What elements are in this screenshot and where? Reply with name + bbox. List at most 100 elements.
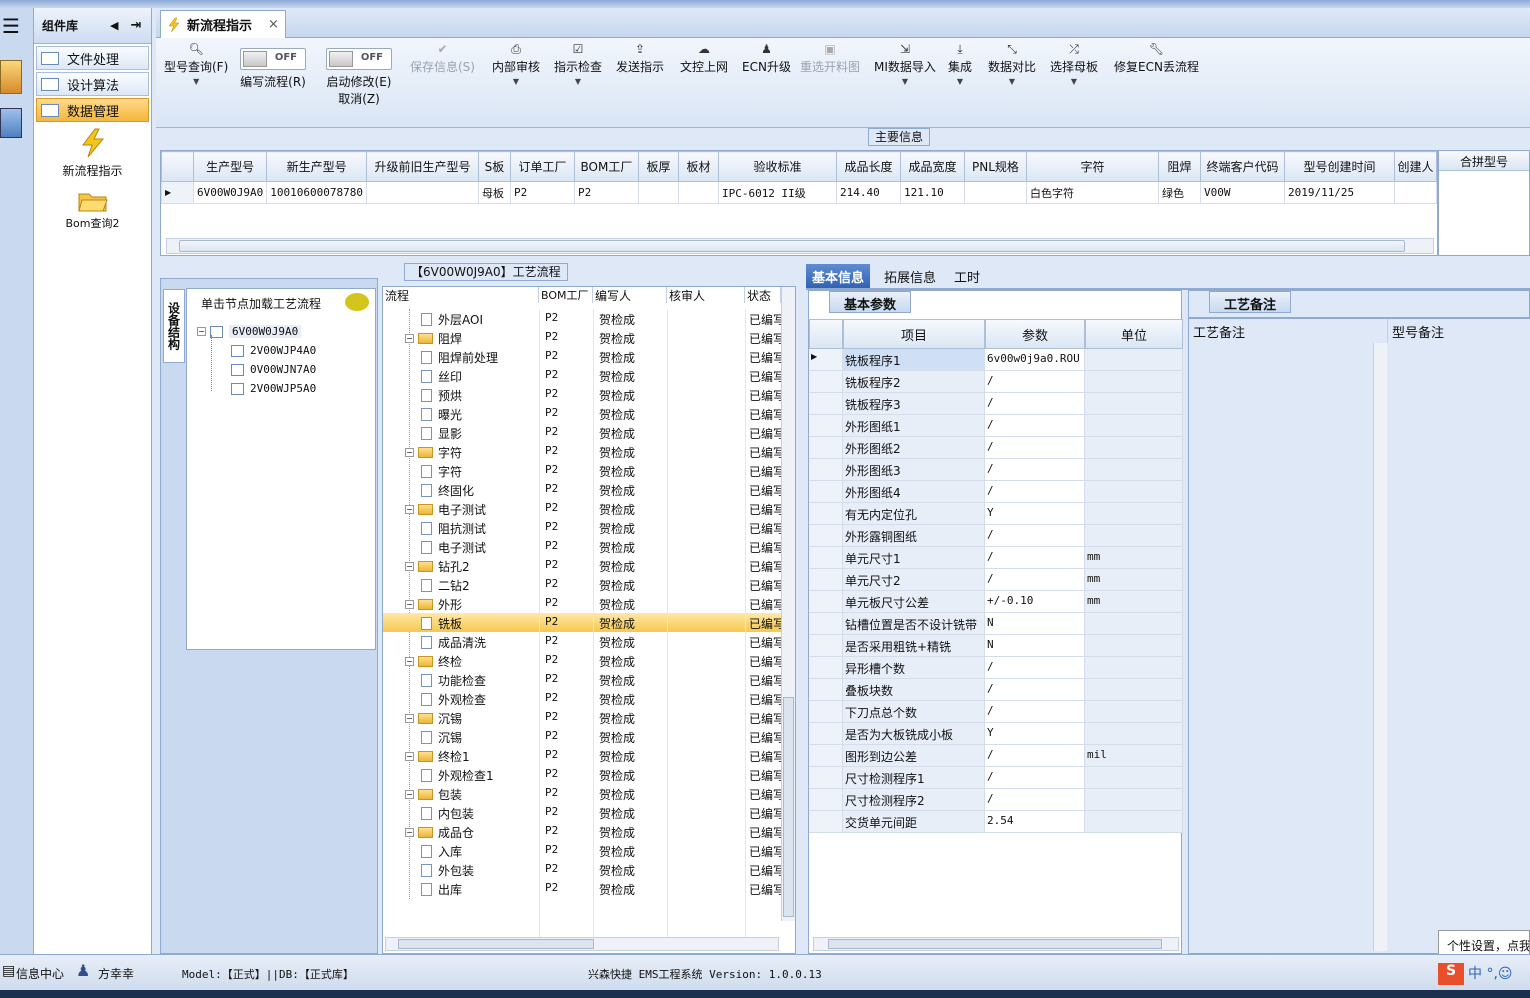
flow-row[interactable]: − 终检1 P2 贺检成 已编写 (383, 746, 781, 765)
param-value[interactable]: / (985, 393, 1085, 415)
pin-icon[interactable]: ⇥ (130, 18, 141, 33)
flow-node[interactable]: 成品清洗 (421, 634, 486, 651)
table-cell[interactable] (365, 181, 479, 204)
param-value[interactable]: / (985, 547, 1085, 569)
save-info-button[interactable]: ✔ 保存信息(S) (410, 42, 475, 75)
flow-node[interactable]: 预烘 (421, 387, 462, 404)
flow-row[interactable]: 丝印 P2 贺检成 已编写 (383, 366, 781, 385)
table-cell[interactable]: 6V00W0J9A0 (192, 181, 268, 204)
table-cell[interactable]: V00W (1199, 181, 1285, 204)
ecn-upgrade-button[interactable]: ♟ ECN升级 (742, 42, 791, 75)
device-structure-tab[interactable]: 设备结构 (163, 289, 185, 363)
collapse-icon[interactable]: − (405, 600, 414, 609)
flow-node[interactable]: 内包装 (421, 805, 474, 822)
row-indicator[interactable] (809, 525, 843, 547)
column-header[interactable]: BOM工厂 (573, 151, 639, 182)
flow-node[interactable]: 功能检查 (421, 672, 486, 689)
row-indicator[interactable] (809, 701, 843, 723)
flow-row[interactable]: − 终检 P2 贺检成 已编写 (383, 651, 781, 670)
row-indicator[interactable] (809, 437, 843, 459)
tab-work-hours[interactable]: 工时 (948, 264, 986, 288)
column-header[interactable]: 升级前旧生产型号 (365, 151, 479, 182)
flow-row[interactable]: − 沉锡 P2 贺检成 已编写 (383, 708, 781, 727)
flow-row[interactable]: 曝光 P2 贺检成 已编写 (383, 404, 781, 423)
param-value[interactable]: / (985, 657, 1085, 679)
column-header[interactable]: 验收标准 (717, 151, 837, 182)
param-value[interactable]: Y (985, 723, 1085, 745)
param-value[interactable]: N (985, 613, 1085, 635)
flow-row[interactable]: 铣板 P2 贺检成 已编写 (383, 613, 781, 632)
table-cell[interactable]: IPC-6012 II级 (717, 181, 837, 204)
flow-node[interactable]: 阻抗测试 (421, 520, 486, 537)
row-indicator[interactable] (809, 679, 843, 701)
tree-child-node[interactable]: 2V00WJP4A0 (231, 344, 316, 357)
param-row[interactable]: 单元板尺寸公差 +/-0.10 mm (809, 591, 1183, 613)
flow-node[interactable]: 铣板 (421, 615, 462, 632)
table-cell[interactable] (1393, 181, 1437, 204)
flow-node[interactable]: 入库 (421, 843, 462, 860)
table-cell[interactable] (963, 181, 1027, 204)
param-value[interactable]: 2.54 (985, 811, 1085, 833)
param-row[interactable]: 单元尺寸1/mm (809, 547, 1183, 569)
collapse-icon[interactable]: − (405, 505, 414, 514)
param-row[interactable]: 单元尺寸2/mm (809, 569, 1183, 591)
param-row[interactable]: 交货单元间距 2.54 (809, 811, 1183, 833)
param-value[interactable]: 6v00w0j9a0.ROU (985, 349, 1085, 371)
flow-node[interactable]: 外观检查1 (421, 767, 494, 784)
repair-ecn-button[interactable]: 🔧︎ 修复ECN丢流程 (1114, 42, 1199, 75)
column-header[interactable]: 型号创建时间 (1283, 151, 1395, 182)
param-value[interactable]: / (985, 371, 1085, 393)
flow-row[interactable]: 入库 P2 贺检成 已编写 (383, 841, 781, 860)
flow-row[interactable]: 外观检查 P2 贺检成 已编写 (383, 689, 781, 708)
row-indicator[interactable] (809, 723, 843, 745)
row-indicator[interactable] (809, 503, 843, 525)
data-compare-button[interactable]: ⤡ 数据对比 ▼ (988, 42, 1036, 86)
param-row[interactable]: 叠板块数 / (809, 679, 1183, 701)
column-header[interactable]: 新生产型号 (266, 151, 367, 182)
row-indicator[interactable] (809, 547, 843, 569)
flow-row[interactable]: 预烘 P2 贺检成 已编写 (383, 385, 781, 404)
param-value[interactable]: / (985, 437, 1085, 459)
doc-online-button[interactable]: ☁ 文控上网 (680, 42, 728, 75)
column-header[interactable]: 成品长度 (835, 151, 901, 182)
flow-node[interactable]: 阻焊前处理 (421, 349, 498, 366)
row-indicator[interactable] (809, 459, 843, 481)
flow-node[interactable]: − 终检 (405, 653, 462, 670)
flow-node[interactable]: 电子测试 (421, 539, 486, 556)
param-value[interactable]: / (985, 525, 1085, 547)
flow-node[interactable]: − 成品仓 (405, 824, 474, 841)
toggle-switch[interactable]: OFF (240, 48, 306, 70)
column-header[interactable]: 板厚 (637, 151, 679, 182)
flow-node[interactable]: 外包装 (421, 862, 474, 879)
flow-row[interactable]: − 阻焊 P2 贺检成 已编写 (383, 328, 781, 347)
notes-vertical-scrollbar[interactable] (1373, 343, 1387, 951)
param-value[interactable]: / (985, 415, 1085, 437)
excel-tool-icon[interactable] (0, 60, 22, 94)
column-header[interactable]: 成品宽度 (899, 151, 965, 182)
new-flow-instruction-shortcut[interactable]: 新流程指示 (34, 128, 151, 179)
param-row[interactable]: 铣板程序3/ (809, 393, 1183, 415)
flow-row[interactable]: 阻抗测试 P2 贺检成 已编写 (383, 518, 781, 537)
nav-design-algorithm[interactable]: 设计算法 (36, 72, 149, 96)
cancel-label[interactable]: 取消(Z) (338, 92, 380, 106)
flow-row[interactable]: 二钻2 P2 贺检成 已编写 (383, 575, 781, 594)
process-notes-textarea[interactable] (1189, 343, 1373, 951)
flow-row[interactable]: 电子测试 P2 贺检成 已编写 (383, 537, 781, 556)
flow-row[interactable]: 字符 P2 贺检成 已编写 (383, 461, 781, 480)
calculator-tool-icon[interactable] (0, 108, 22, 138)
column-header[interactable]: 订单工厂 (509, 151, 575, 182)
row-indicator[interactable] (809, 767, 843, 789)
param-row[interactable]: 尺寸检测程序2/ (809, 789, 1183, 811)
ime-logo-icon[interactable]: S (1438, 963, 1464, 985)
flow-row[interactable]: − 包装 P2 贺检成 已编写 (383, 784, 781, 803)
param-row[interactable]: 铣板程序2/ (809, 371, 1183, 393)
params-horizontal-scrollbar[interactable] (813, 937, 1179, 951)
column-header[interactable]: 生产型号 (192, 151, 268, 182)
info-center-label[interactable]: 信息中心 (16, 965, 64, 982)
tree-child-node[interactable]: 0V00WJN7A0 (231, 363, 316, 376)
column-header[interactable]: 字符 (1025, 151, 1159, 182)
param-row[interactable]: 钻槽位置是否不设计铣带 N (809, 613, 1183, 635)
collapse-icon[interactable]: − (405, 828, 414, 837)
flow-row[interactable]: 外包装 P2 贺检成 已编写 (383, 860, 781, 879)
select-mother-board-button[interactable]: ⤮ 选择母板 ▼ (1050, 42, 1098, 86)
